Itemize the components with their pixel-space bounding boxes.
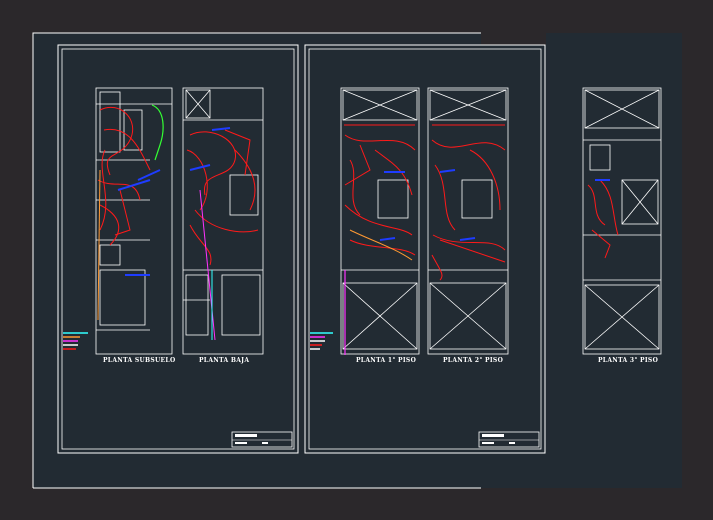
cad-drawing [32, 32, 682, 489]
modelspace-area-right [481, 33, 682, 488]
plan-label-3-piso: PLANTA 3° PISO [598, 357, 659, 364]
plan-label-baja: PLANTA BAJA [199, 357, 250, 364]
plan-label-subsuelo: PLANTA SUBSUELO [103, 357, 176, 364]
modelspace-notch [481, 33, 546, 45]
plan-label-1-piso: PLANTA 1° PISO [356, 357, 417, 364]
plan-label-2-piso: PLANTA 2° PISO [443, 357, 504, 364]
